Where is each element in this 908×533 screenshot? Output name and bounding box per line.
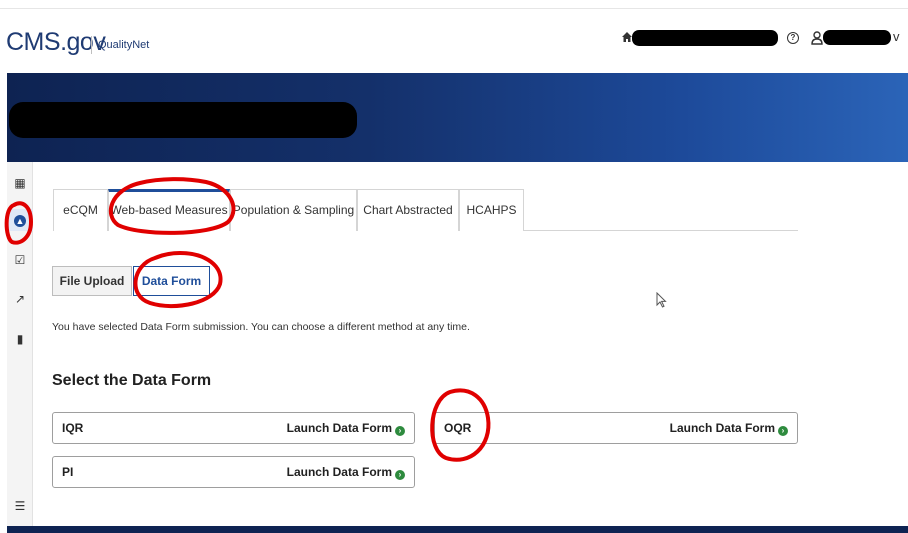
collapse-icon: ☰ (14, 499, 26, 513)
launch-data-form-link[interactable]: Launch Data Form › (670, 413, 788, 443)
launch-data-form-link[interactable]: Launch Data Form › (287, 413, 405, 443)
chart-icon: ↗ (14, 292, 26, 306)
form-name: PI (62, 465, 74, 479)
tab-web-based-measures[interactable]: Web-based Measures (108, 189, 230, 231)
logo-main-text: CMS (6, 28, 61, 56)
grid-icon: ▦ (14, 176, 26, 190)
user-icon[interactable] (811, 31, 823, 45)
left-sidebar: ▦ ▲ ☑ ↗ ▮ ☰ (7, 162, 33, 526)
tab-population-sampling[interactable]: Population & Sampling (230, 189, 357, 231)
selection-info-text: You have selected Data Form submission. … (52, 321, 470, 333)
sidebar-item-tasks[interactable]: ☑ (7, 249, 33, 271)
data-form-card-oqr[interactable]: OQR Launch Data Form › (434, 412, 798, 444)
data-form-button[interactable]: Data Form (133, 266, 210, 296)
checkbox-icon: ☑ (14, 253, 26, 267)
form-name: IQR (62, 421, 84, 435)
tab-hcahps[interactable]: HCAHPS (459, 189, 524, 231)
data-form-card-iqr[interactable]: IQR Launch Data Form › (52, 412, 415, 444)
chevron-down-icon[interactable]: v (893, 29, 900, 44)
launch-label: Launch Data Form (286, 465, 392, 479)
file-upload-button[interactable]: File Upload (52, 266, 132, 296)
page-banner (7, 73, 908, 162)
help-icon[interactable]: ? (787, 32, 799, 44)
launch-label: Launch Data Form (669, 421, 775, 435)
logo-separator (91, 36, 92, 54)
sidebar-item-clipboard[interactable]: ▮ (7, 328, 33, 350)
arrow-right-circle-icon: › (778, 426, 788, 436)
data-form-card-pi[interactable]: PI Launch Data Form › (52, 456, 415, 488)
upload-icon: ▲ (14, 214, 26, 227)
arrow-right-circle-icon: › (395, 470, 405, 480)
tab-chart-abstracted[interactable]: Chart Abstracted (357, 189, 459, 231)
launch-label: Launch Data Form (286, 421, 392, 435)
site-header: CMS.gov QualityNet ? v (0, 18, 908, 73)
sidebar-collapse-toggle[interactable]: ☰ (7, 495, 33, 517)
sidebar-item-dashboard[interactable]: ▦ (7, 172, 33, 194)
sidebar-item-data-submissions[interactable]: ▲ (7, 209, 33, 231)
redacted-facility-name (632, 30, 778, 46)
sidebar-item-reports[interactable]: ↗ (7, 288, 33, 310)
section-title: Select the Data Form (52, 372, 212, 389)
footer-bar (7, 526, 908, 533)
redacted-user-name (823, 30, 891, 45)
qualitynet-brand: QualityNet (98, 39, 150, 51)
form-name: OQR (444, 421, 472, 435)
clipboard-icon: ▮ (16, 332, 24, 346)
mouse-cursor-icon (656, 292, 667, 308)
redacted-banner-title (9, 102, 357, 138)
submission-type-tabs: eCQM Web-based Measures Population & Sam… (53, 189, 798, 231)
arrow-right-circle-icon: › (395, 426, 405, 436)
page: CMS.gov QualityNet ? v ▦ ▲ ☑ ↗ ▮ ☰ eCQM … (0, 0, 908, 533)
launch-data-form-link[interactable]: Launch Data Form › (287, 457, 405, 487)
tab-ecqm[interactable]: eCQM (53, 189, 108, 231)
top-divider (0, 8, 908, 9)
